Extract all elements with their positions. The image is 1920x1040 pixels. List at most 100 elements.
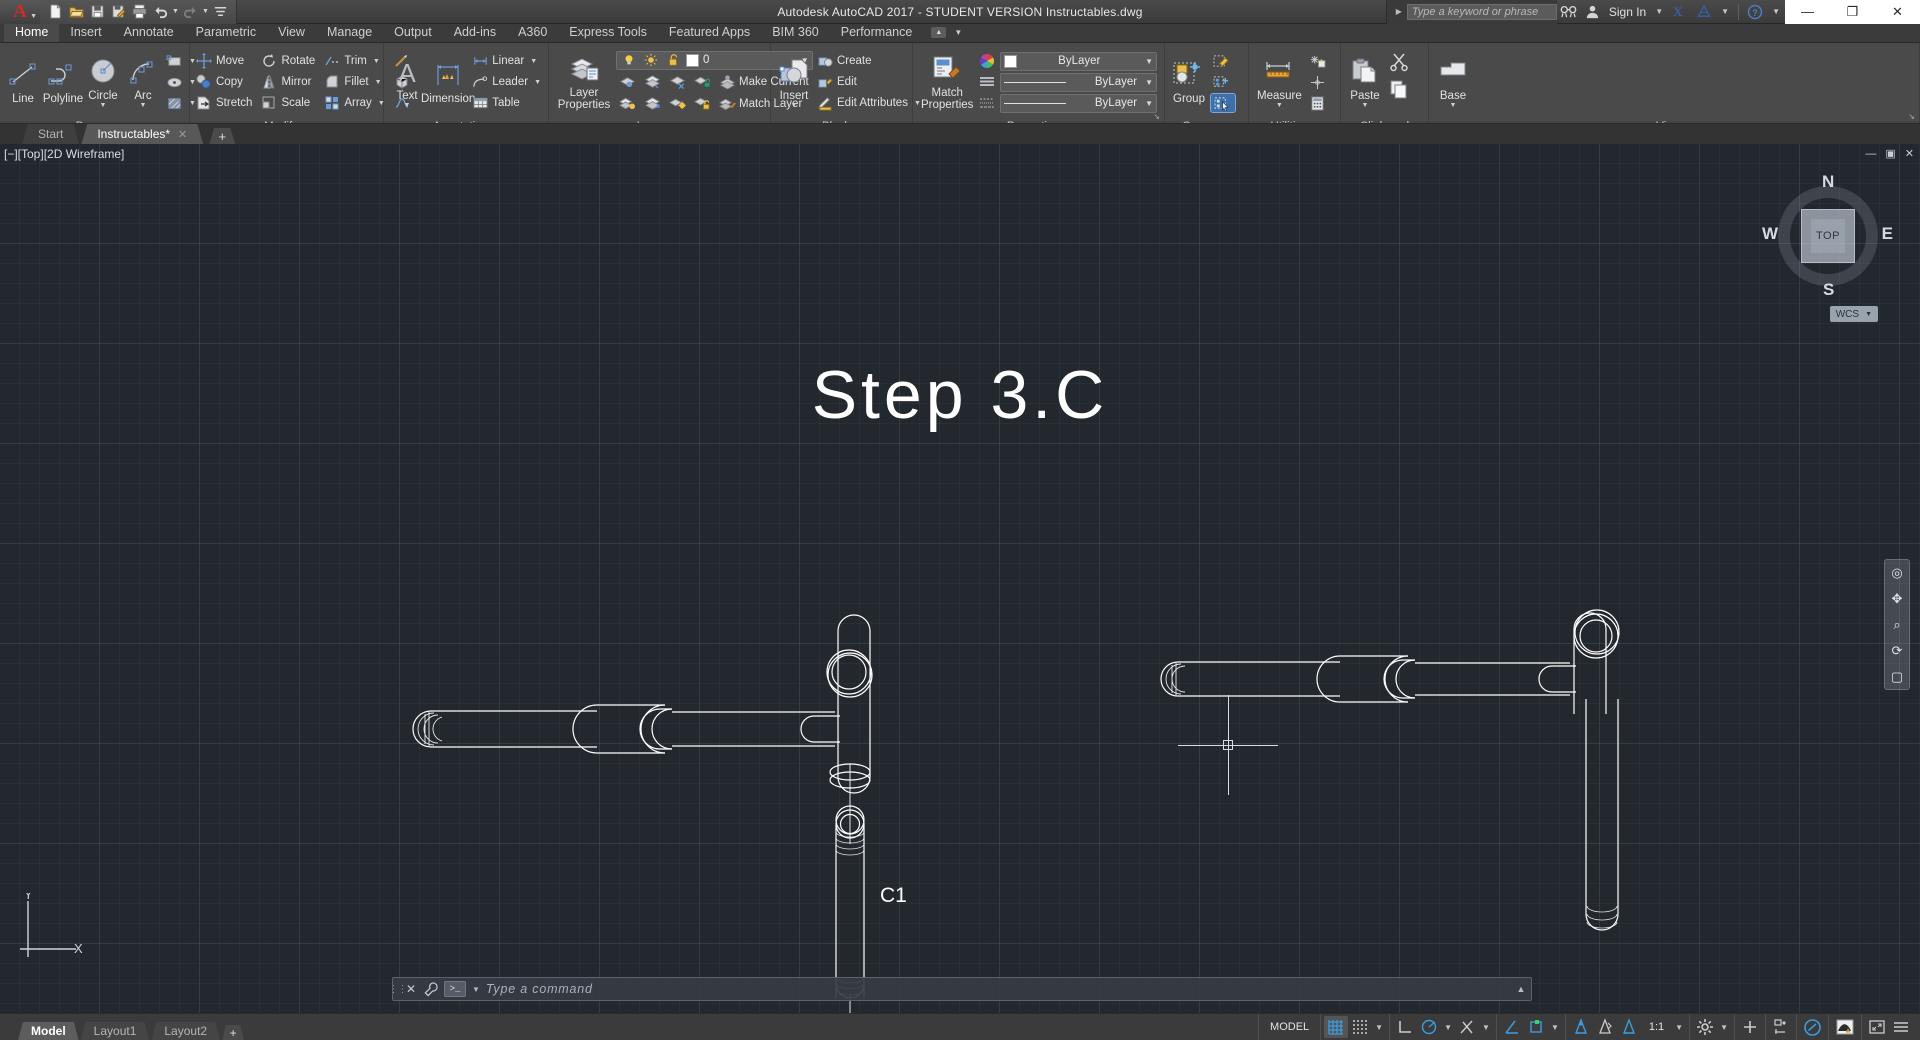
command-line-grip[interactable]: ⋮⋮ [389,978,408,1000]
full-navigation-wheel-icon[interactable]: ◎ [1887,564,1907,581]
leader-button[interactable]: Leader ▼ [469,72,545,92]
orbit-icon[interactable]: ⟳ [1887,642,1907,659]
chevron-down-icon[interactable]: ▼ [466,985,486,994]
sun-icon[interactable] [642,51,660,69]
layout-tab-layout2[interactable]: Layout2 [151,1022,220,1040]
circle-button[interactable]: Circle ▼ [83,45,123,119]
help-icon[interactable]: ? [1743,0,1767,24]
ribbon-tab-parametric[interactable]: Parametric [185,23,267,42]
sign-in-dropdown-icon[interactable]: ▼ [1650,7,1668,16]
annotation-monitor-toggle[interactable] [1617,1016,1641,1038]
save-as-icon[interactable] [109,2,128,21]
chevron-down-icon[interactable]: ▼ [949,28,967,37]
group-button[interactable]: Group [1168,45,1210,119]
quick-select-button[interactable] [1307,51,1331,71]
clean-screen-button[interactable] [1865,1016,1889,1038]
text-button[interactable]: A Text ▼ [387,45,427,119]
ribbon-tab-home[interactable]: Home [4,23,60,42]
view-cube-top-face[interactable]: TOP [1801,209,1855,263]
units-button[interactable] [1769,1016,1793,1038]
stay-connected-icon[interactable] [1692,0,1716,24]
stretch-button[interactable]: Stretch [193,93,256,113]
edit-attributes-button[interactable]: Edit Attributes ▼ [814,93,925,113]
undo-dropdown-icon[interactable]: ▼ [172,8,179,15]
redo-icon[interactable] [181,2,200,21]
exchange-apps-icon[interactable]: X [1668,0,1692,24]
chevron-down-icon[interactable]: ▼ [404,102,411,109]
rotate-button[interactable]: Rotate [258,51,319,71]
chevron-down-icon[interactable]: ▼ [791,102,798,109]
ribbon-minimize-icon[interactable]: ▲ [931,27,947,38]
linetype-combo[interactable]: ByLayer ▼ [1000,72,1157,92]
chevron-down-icon[interactable]: ▼ [140,102,147,109]
ribbon-tab-manage[interactable]: Manage [316,23,383,42]
ribbon-tab-output[interactable]: Output [383,23,443,42]
group-selection-on-button[interactable] [1210,93,1236,113]
ribbon-tab-express-tools[interactable]: Express Tools [558,23,658,42]
chevron-down-icon[interactable]: ▼ [1865,311,1872,318]
color-wheel-icon[interactable] [978,52,996,70]
panel-dialog-launcher-icon[interactable]: ↘ [1908,112,1915,121]
ribbon-tab-insert[interactable]: Insert [59,23,112,42]
annotation-scale-button[interactable]: 1:1 [1641,1017,1672,1037]
object-snap-toggle[interactable] [1500,1016,1524,1038]
layout-tab-layout1[interactable]: Layout1 [81,1022,150,1040]
snap-dropdown-icon[interactable]: ▼ [1372,1023,1386,1032]
navigation-bar[interactable]: ◎ ✥ ⌕ ⟳ ▢ [1884,559,1910,690]
showmotion-icon[interactable]: ▢ [1887,668,1907,685]
group-edit-button[interactable] [1210,51,1236,71]
drawing-canvas[interactable]: [−][Top][2D Wireframe] — ▣ ✕ Step 3.C C1… [0,144,1920,1013]
move-button[interactable]: Move [193,51,256,71]
command-input[interactable]: Type a command [486,982,1511,996]
ribbon-tab-a360[interactable]: A360 [507,23,558,42]
3d-object-snap-toggle[interactable] [1524,1016,1548,1038]
new-icon[interactable] [46,2,65,21]
ribbon-tab-featured-apps[interactable]: Featured Apps [658,23,761,42]
minimize-button[interactable]: — [1785,0,1830,24]
layer-thaw-button[interactable] [666,94,690,114]
copy-clip-button[interactable] [1386,76,1414,102]
stay-connected-dropdown-icon[interactable]: ▼ [1716,7,1734,16]
workspace-switching-button[interactable] [1693,1016,1717,1038]
annotation-monitor-plus-button[interactable] [1738,1016,1762,1038]
ortho-mode-toggle[interactable] [1393,1016,1417,1038]
polar-tracking-toggle[interactable] [1417,1016,1441,1038]
compass-west-label[interactable]: W [1762,224,1778,244]
help-dropdown-icon[interactable]: ▼ [1767,7,1785,16]
user-account-icon[interactable] [1581,0,1605,24]
annotation-visibility-toggle[interactable] [1569,1016,1593,1038]
layer-color-swatch[interactable] [686,53,699,67]
calculator-button[interactable] [1307,93,1331,113]
layer-unlock-button[interactable] [691,94,715,114]
ribbon-tab-view[interactable]: View [267,23,316,42]
ucs-selector[interactable]: WCS ▼ [1829,306,1878,322]
chevron-right-icon[interactable]: ▶ [1391,7,1407,16]
snap-mode-toggle[interactable] [1348,1016,1372,1038]
create-block-button[interactable]: Create [814,51,925,71]
undo-icon[interactable] [151,2,170,21]
chevron-down-icon[interactable]: ▼ [373,58,380,65]
application-menu-button[interactable]: A ▼ [0,0,40,24]
layer-lock-button[interactable] [691,72,715,92]
pan-icon[interactable]: ✥ [1887,590,1907,607]
grid-display-toggle[interactable] [1324,1016,1349,1038]
new-layout-button[interactable]: + [222,1025,244,1040]
wrench-icon[interactable] [420,981,442,997]
edit-block-button[interactable]: Edit [814,72,925,92]
chevron-down-icon[interactable]: ▼ [1450,102,1457,109]
match-properties-button[interactable]: Match Properties [916,45,978,119]
chevron-down-icon[interactable]: ▼ [1141,99,1153,108]
autoscale-toggle[interactable] [1593,1016,1617,1038]
lightbulb-icon[interactable] [620,51,638,69]
chevron-down-icon[interactable]: ▼ [1141,78,1153,87]
command-history-icon[interactable]: ▲ [1511,984,1531,994]
search-icon[interactable] [1557,0,1581,24]
compass-north-label[interactable]: N [1822,172,1834,192]
chevron-down-icon[interactable]: ▼ [1141,57,1153,66]
isodraft-dropdown-icon[interactable]: ▼ [1479,1023,1493,1032]
paste-button[interactable]: Paste ▼ [1344,45,1386,119]
save-icon[interactable] [88,2,107,21]
trim-button[interactable]: Trim ▼ [321,51,388,71]
ribbon-tab-bim360[interactable]: BIM 360 [761,23,830,42]
line-button[interactable]: Line [3,45,43,119]
